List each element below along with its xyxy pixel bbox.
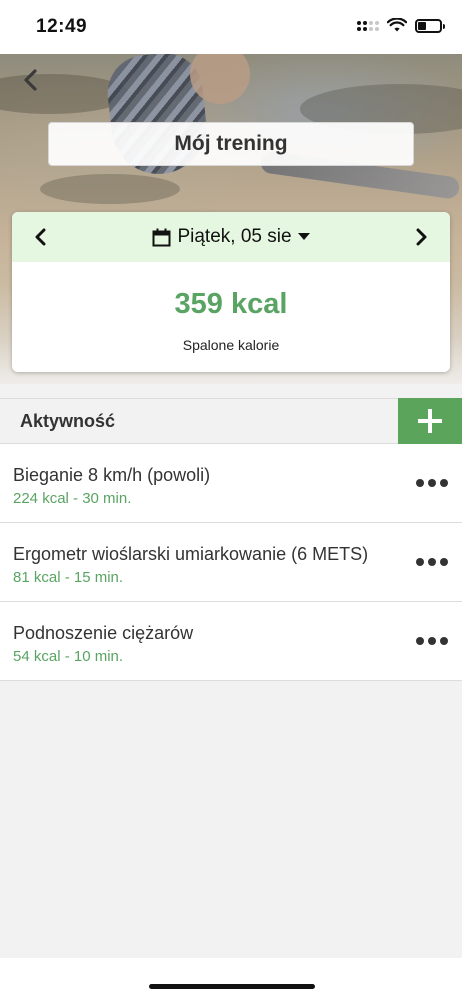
more-dot (440, 479, 448, 487)
activity-name: Ergometr wioślarski umiarkowanie (6 METS… (13, 544, 369, 564)
more-options-button[interactable] (416, 555, 448, 569)
next-day-button[interactable] (408, 223, 436, 251)
more-dot (428, 479, 436, 487)
calories-value: 359 kcal (174, 288, 288, 320)
activity-item[interactable]: Ergometr wioślarski umiarkowanie (6 METS… (0, 523, 462, 602)
summary-card: Piątek, 05 sie 359 kcal Spalone kalorie (12, 212, 450, 372)
activity-meta: 81 kcal - 15 min. (13, 569, 124, 586)
more-dot (416, 637, 424, 645)
calories-label: Spalone kalorie (182, 337, 280, 353)
activity-name: Bieganie 8 km/h (powoli) (13, 465, 211, 485)
bottom-bar (0, 958, 462, 1000)
activity-list: Bieganie 8 km/h (powoli) 224 kcal - 30 m… (0, 444, 462, 681)
status-time: 12:49 (36, 16, 88, 37)
wifi-icon (387, 18, 407, 32)
status-bar: 12:49 (0, 0, 462, 54)
activity-title: Aktywność (20, 411, 116, 431)
date-picker[interactable]: Piątek, 05 sie (152, 226, 310, 248)
activity-header: Aktywność (0, 398, 462, 444)
more-dot (428, 558, 436, 566)
activity-item[interactable]: Bieganie 8 km/h (powoli) 224 kcal - 30 m… (0, 444, 462, 523)
more-dot (428, 637, 436, 645)
add-activity-button[interactable] (398, 398, 462, 444)
calendar-icon (152, 228, 171, 246)
chevron-right-icon (416, 228, 427, 246)
previous-day-button[interactable] (26, 223, 54, 251)
chevron-left-icon (35, 228, 46, 246)
chevron-left-icon (24, 69, 37, 91)
back-button[interactable] (18, 68, 42, 92)
date-label: Piątek, 05 sie (177, 226, 292, 247)
more-options-button[interactable] (416, 476, 448, 490)
activity-name: Podnoszenie ciężarów (13, 623, 194, 643)
page-title: Mój trening (48, 122, 414, 166)
caret-down-icon (297, 233, 310, 240)
status-icons (357, 18, 445, 33)
more-dot (440, 558, 448, 566)
signal-icon (357, 20, 379, 31)
more-dot (416, 479, 424, 487)
activity-meta: 54 kcal - 10 min. (13, 648, 124, 665)
more-dot (416, 558, 424, 566)
date-row: Piątek, 05 sie (12, 212, 450, 262)
activity-item[interactable]: Podnoszenie ciężarów 54 kcal - 10 min. (0, 602, 462, 681)
more-dot (440, 637, 448, 645)
more-options-button[interactable] (416, 634, 448, 648)
home-indicator[interactable] (149, 984, 315, 989)
plus-icon (418, 409, 442, 433)
battery-icon (415, 18, 445, 33)
activity-meta: 224 kcal - 30 min. (13, 490, 132, 507)
